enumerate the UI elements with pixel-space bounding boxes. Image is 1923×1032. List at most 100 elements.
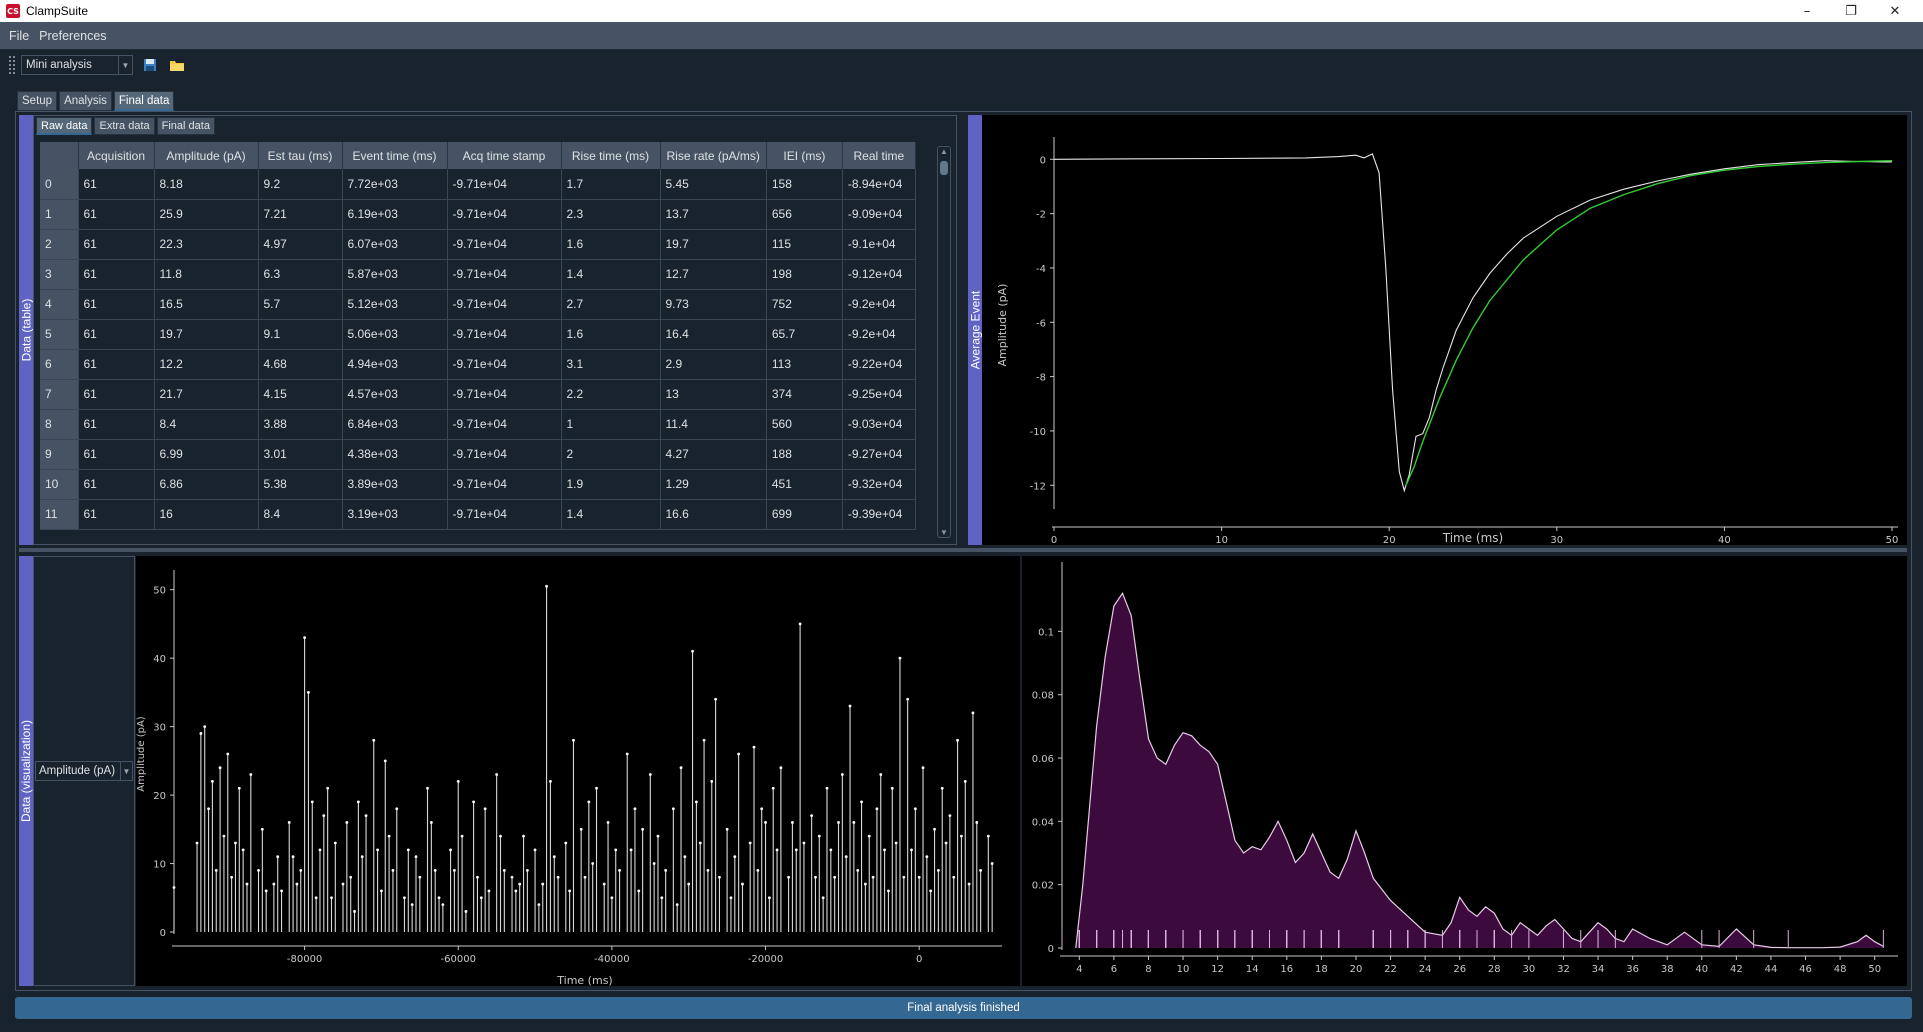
table-row[interactable]: 7 61 21.7 4.15 4.57e+03 -9.71e+04 2.2 13 374 -9.2… <box>40 379 916 410</box>
y-tick-label: 0.04 <box>1032 817 1054 828</box>
table-row[interactable]: 9 61 6.99 3.01 4.38e+03 -9.71e+04 2 4.27 188 -9.2… <box>40 439 916 470</box>
x-tick-label: 30 <box>1550 535 1563 545</box>
table-row[interactable]: 11 61 16 8.4 3.19e+03 -9.71e+04 1.4 16.6 699 -9.3… <box>40 499 916 530</box>
table-cell: 61 <box>78 499 155 530</box>
save-icon[interactable] <box>143 58 157 72</box>
amplitude-time-plot[interactable]: -80000 -60000 -40000 -20000 0 0 10 20 30 40 50 Time… <box>136 556 1020 986</box>
amplitude-kde-plot[interactable]: 4 6 8 10 12 14 16 18 20 22 24 26 28 30 32 34 36 38 40 42 44 4… <box>1022 556 1907 986</box>
data-point <box>295 882 299 886</box>
x-tick-label: 32 <box>1557 964 1570 975</box>
table-cell: 1.9 <box>561 469 661 500</box>
table-row[interactable]: 6 61 12.2 4.68 4.94e+03 -9.71e+04 3.1 2.9 113 -9.… <box>40 349 916 380</box>
maximize-button[interactable]: ❐ <box>1829 0 1873 22</box>
data-point <box>771 786 775 790</box>
data-point <box>376 848 379 852</box>
tab-final-data[interactable]: Final data <box>113 91 175 111</box>
tab-inner-final-data[interactable]: Final data <box>156 117 215 135</box>
data-point <box>276 855 280 859</box>
data-point <box>725 827 729 831</box>
analysis-type-select[interactable]: Mini analysis ▼ <box>21 55 133 75</box>
tab-setup[interactable]: Setup <box>17 91 58 111</box>
data-point <box>326 786 330 790</box>
row-index[interactable]: 8 <box>40 409 79 440</box>
data-point <box>456 779 460 783</box>
column-header[interactable]: Amplitude (pA) <box>154 142 259 169</box>
table-cell: 5.45 <box>660 169 767 200</box>
data-point <box>925 855 929 859</box>
column-header[interactable]: Real time <box>842 142 916 169</box>
data-point <box>487 889 491 893</box>
table-row[interactable]: 2 61 22.3 4.97 6.07e+03 -9.71e+04 1.6 19.7 115 -9… <box>40 229 916 260</box>
table-row[interactable]: 10 61 6.86 5.38 3.89e+03 -9.71e+04 1.9 1.29 451-… <box>40 469 916 500</box>
column-header[interactable]: Est tau (ms) <box>258 142 343 169</box>
column-header[interactable]: IEI (ms) <box>766 142 843 169</box>
table-scrollbar[interactable]: ▲ ▼ <box>937 146 951 538</box>
menu-preferences[interactable]: Preferences <box>34 29 111 43</box>
x-tick-label: 44 <box>1765 964 1778 975</box>
row-index[interactable]: 10 <box>40 469 79 500</box>
row-index[interactable]: 3 <box>40 259 79 290</box>
data-point <box>629 848 633 852</box>
row-index[interactable]: 9 <box>40 439 79 470</box>
visualization-select[interactable]: Amplitude (pA) ▼ <box>35 761 133 781</box>
data-point <box>510 875 514 879</box>
row-index[interactable]: 4 <box>40 289 79 320</box>
table-cell: 6.99 <box>154 439 259 470</box>
data-point <box>414 855 418 859</box>
row-index[interactable]: 5 <box>40 319 79 350</box>
splitter-handle[interactable] <box>19 548 1907 552</box>
x-tick-label: 40 <box>1718 535 1731 545</box>
data-point <box>756 868 760 872</box>
row-index[interactable]: 6 <box>40 349 79 380</box>
scrollbar-thumb[interactable] <box>940 161 948 175</box>
data-point <box>741 882 744 886</box>
table-cell: -9.71e+04 <box>447 349 562 380</box>
data-point <box>898 656 902 660</box>
data-table-label: Data (table) <box>19 298 34 362</box>
scroll-up-icon[interactable]: ▲ <box>938 147 950 156</box>
column-header[interactable]: Acquisition <box>78 142 155 169</box>
row-index[interactable]: 7 <box>40 379 79 410</box>
table-cell: -9.71e+04 <box>447 379 562 410</box>
menu-file[interactable]: File <box>0 29 34 43</box>
row-index[interactable]: 1 <box>40 199 79 230</box>
data-point <box>307 690 310 694</box>
folder-icon[interactable] <box>169 58 185 72</box>
data-point <box>714 697 717 701</box>
toolbar-grip[interactable] <box>9 56 15 74</box>
table-row[interactable]: 0 61 8.18 9.2 7.72e+03 -9.71e+04 1.7 5.45 158 -8.… <box>40 169 916 200</box>
table-cell: 2.2 <box>561 379 661 410</box>
tab-analysis[interactable]: Analysis <box>59 91 112 111</box>
close-button[interactable]: ✕ <box>1873 0 1917 22</box>
column-header[interactable]: Acq time stamp <box>447 142 562 169</box>
table-cell: 61 <box>78 289 155 320</box>
data-point <box>656 834 660 838</box>
row-index[interactable]: 11 <box>40 499 79 530</box>
table-row[interactable]: 8 61 8.4 3.88 6.84e+03 -9.71e+04 1 11.4 560 -9.03… <box>40 409 916 440</box>
column-header[interactable]: Rise time (ms) <box>561 142 661 169</box>
data-point <box>314 896 318 900</box>
row-index[interactable]: 2 <box>40 229 79 260</box>
data-point <box>829 848 833 852</box>
row-index[interactable]: 0 <box>40 169 79 200</box>
table-row[interactable]: 3 61 11.8 6.3 5.87e+03 -9.71e+04 1.4 12.7 198 -9.… <box>40 259 916 290</box>
scroll-down-icon[interactable]: ▼ <box>938 528 950 537</box>
tab-extra-data[interactable]: Extra data <box>94 117 155 135</box>
table-cell: 6.84e+03 <box>342 409 448 440</box>
data-point <box>287 821 291 824</box>
tab-raw-data[interactable]: Raw data <box>36 117 93 135</box>
table-cell: 61 <box>78 379 155 410</box>
column-header[interactable]: Rise rate (pA/ms) <box>660 142 767 169</box>
x-tick-label: 42 <box>1730 964 1743 975</box>
table-row[interactable]: 4 61 16.5 5.7 5.12e+03 -9.71e+04 2.7 9.73 752 -9.… <box>40 289 916 320</box>
average-event-plot[interactable]: 0 10 20 30 40 50 0 -2 -4 -6 -8 -10 -12 Time (ms) Ampli… <box>982 115 1907 545</box>
table-row[interactable]: 5 61 19.7 9.1 5.06e+03 -9.71e+04 1.6 16.4 65.7 -9… <box>40 319 916 350</box>
data-point <box>583 875 587 879</box>
column-header[interactable]: Event time (ms) <box>342 142 448 169</box>
minimize-button[interactable]: – <box>1785 0 1829 22</box>
data-point <box>476 875 479 879</box>
table-row[interactable]: 1 61 25.9 7.21 6.19e+03 -9.71e+04 2.3 13.7 656 -9… <box>40 199 916 230</box>
table-cell: 25.9 <box>154 199 259 230</box>
x-tick-label: 0 <box>916 954 922 965</box>
data-point <box>610 896 614 900</box>
